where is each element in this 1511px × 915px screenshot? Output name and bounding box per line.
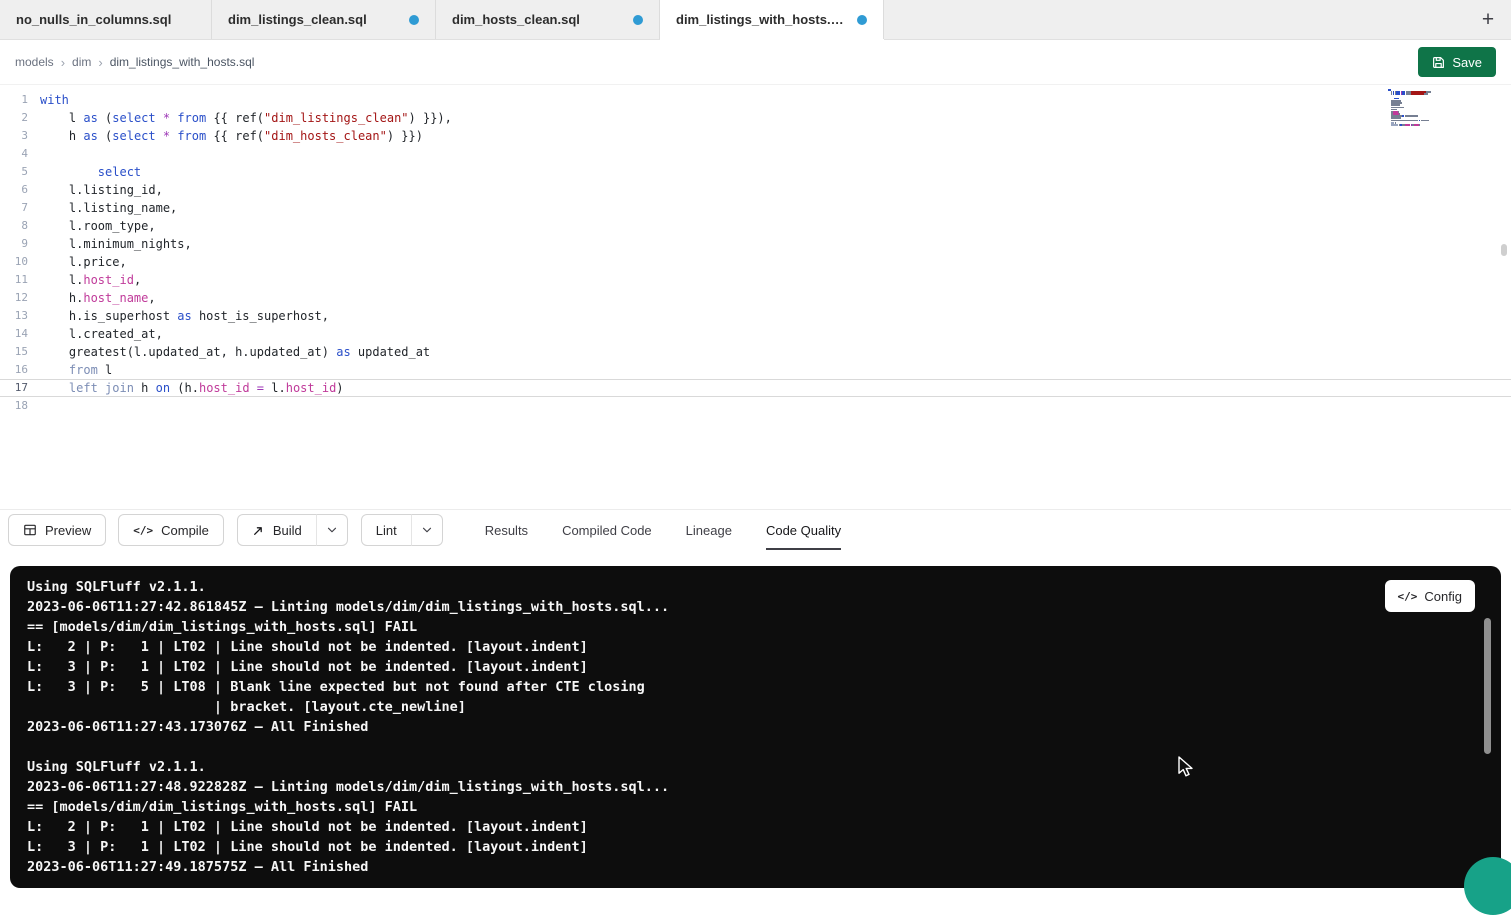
build-arrow-icon [252,524,265,537]
lint-options-button[interactable] [411,514,443,546]
line-number: 6 [0,181,40,199]
build-options-button[interactable] [316,514,348,546]
line-number: 11 [0,271,40,289]
config-button[interactable]: </> Config [1385,580,1475,612]
line-number: 16 [0,361,40,379]
terminal-output: Using SQLFluff v2.1.1. 2023-06-06T11:27:… [10,566,1501,877]
breadcrumb-separator-icon: › [61,55,65,70]
help-bubble-button[interactable] [1464,857,1511,915]
lint-button-label: Lint [376,523,397,538]
code-line[interactable]: 3 h as (select * from {{ ref("dim_hosts_… [0,127,1511,145]
line-number: 14 [0,325,40,343]
plus-icon: + [1482,9,1494,30]
chevron-down-icon [420,523,434,537]
code-line[interactable]: 8 l.room_type, [0,217,1511,235]
line-number: 1 [0,91,40,109]
build-button-label: Build [273,523,302,538]
terminal-panel: Using SQLFluff v2.1.1. 2023-06-06T11:27:… [10,566,1501,888]
breadcrumb-separator-icon: › [98,55,102,70]
tab-compiled-code[interactable]: Compiled Code [562,510,652,550]
code-line[interactable]: 10 l.price, [0,253,1511,271]
file-tab[interactable]: dim_listings_with_hosts.sql [660,0,884,39]
code-brackets-icon: </> [133,524,153,537]
table-grid-icon [23,523,37,537]
new-tab-button[interactable]: + [1475,7,1501,33]
line-number: 10 [0,253,40,271]
build-button[interactable]: Build [237,514,317,546]
tab-lineage[interactable]: Lineage [686,510,732,550]
line-number: 13 [0,307,40,325]
code-line[interactable]: 14 l.created_at, [0,325,1511,343]
build-split-button: Build [237,514,348,546]
save-button-label: Save [1452,55,1482,70]
chevron-down-icon [325,523,339,537]
lint-split-button: Lint [361,514,443,546]
minimap[interactable] [1388,89,1462,128]
code-editor[interactable]: 1with2 l as (select * from {{ ref("dim_l… [0,86,1511,509]
preview-button-label: Preview [45,523,91,538]
code-line[interactable]: 1with [0,91,1511,109]
code-line[interactable]: 12 h.host_name, [0,289,1511,307]
unsaved-changes-dot[interactable] [409,15,419,25]
file-tab-label: dim_listings_clean.sql [228,12,401,27]
save-button[interactable]: Save [1418,47,1496,77]
code-line[interactable]: 15 greatest(l.updated_at, h.updated_at) … [0,343,1511,361]
unsaved-changes-dot[interactable] [857,15,867,25]
file-tab[interactable]: dim_listings_clean.sql [212,0,436,39]
tab-results[interactable]: Results [485,510,528,550]
file-tab-label: dim_listings_with_hosts.sql [676,12,849,27]
compile-button[interactable]: </> Compile [118,514,224,546]
file-tab-label: dim_hosts_clean.sql [452,12,625,27]
line-number: 15 [0,343,40,361]
compile-button-label: Compile [161,523,209,538]
line-number: 5 [0,163,40,181]
file-tab-label: no_nulls_in_columns.sql [16,12,195,27]
line-number: 12 [0,289,40,307]
code-line[interactable]: 18 [0,397,1511,415]
file-tab[interactable]: no_nulls_in_columns.sql [0,0,212,39]
code-line[interactable]: 17 left join h on (h.host_id = l.host_id… [0,379,1511,397]
code-line[interactable]: 13 h.is_superhost as host_is_superhost, [0,307,1511,325]
save-floppy-icon [1432,56,1445,69]
editor-scrollbar[interactable] [1501,244,1507,256]
line-number: 17 [0,379,40,397]
breadcrumb-dim[interactable]: dim [72,55,91,69]
code-line[interactable]: 9 l.minimum_nights, [0,235,1511,253]
code-line[interactable]: 2 l as (select * from {{ ref("dim_listin… [0,109,1511,127]
code-line[interactable]: 11 l.host_id, [0,271,1511,289]
line-number: 7 [0,199,40,217]
lint-button[interactable]: Lint [361,514,412,546]
file-tab[interactable]: dim_hosts_clean.sql [436,0,660,39]
breadcrumb: models › dim › dim_listings_with_hosts.s… [15,55,254,70]
action-bar: Preview </> Compile Build Lint Results C… [0,509,1511,550]
code-brackets-icon: </> [1398,590,1418,603]
result-tabs: Results Compiled Code Lineage Code Quali… [485,510,841,550]
code-line[interactable]: 5 select [0,163,1511,181]
line-number: 9 [0,235,40,253]
line-number: 8 [0,217,40,235]
file-tab-bar: no_nulls_in_columns.sql dim_listings_cle… [0,0,1511,40]
line-number: 4 [0,145,40,163]
terminal-scrollbar[interactable] [1484,618,1491,754]
line-number: 2 [0,109,40,127]
code-line[interactable]: 16 from l [0,361,1511,379]
code-lines: 1with2 l as (select * from {{ ref("dim_l… [0,86,1511,415]
code-line[interactable]: 7 l.listing_name, [0,199,1511,217]
breadcrumb-models[interactable]: models [15,55,54,69]
config-button-label: Config [1424,589,1462,604]
tab-code-quality[interactable]: Code Quality [766,510,841,550]
code-line[interactable]: 4 [0,145,1511,163]
breadcrumb-current-file: dim_listings_with_hosts.sql [110,55,255,69]
breadcrumb-bar: models › dim › dim_listings_with_hosts.s… [0,40,1511,85]
line-number: 18 [0,397,40,415]
line-number: 3 [0,127,40,145]
preview-button[interactable]: Preview [8,514,106,546]
unsaved-changes-dot[interactable] [633,15,643,25]
code-line[interactable]: 6 l.listing_id, [0,181,1511,199]
